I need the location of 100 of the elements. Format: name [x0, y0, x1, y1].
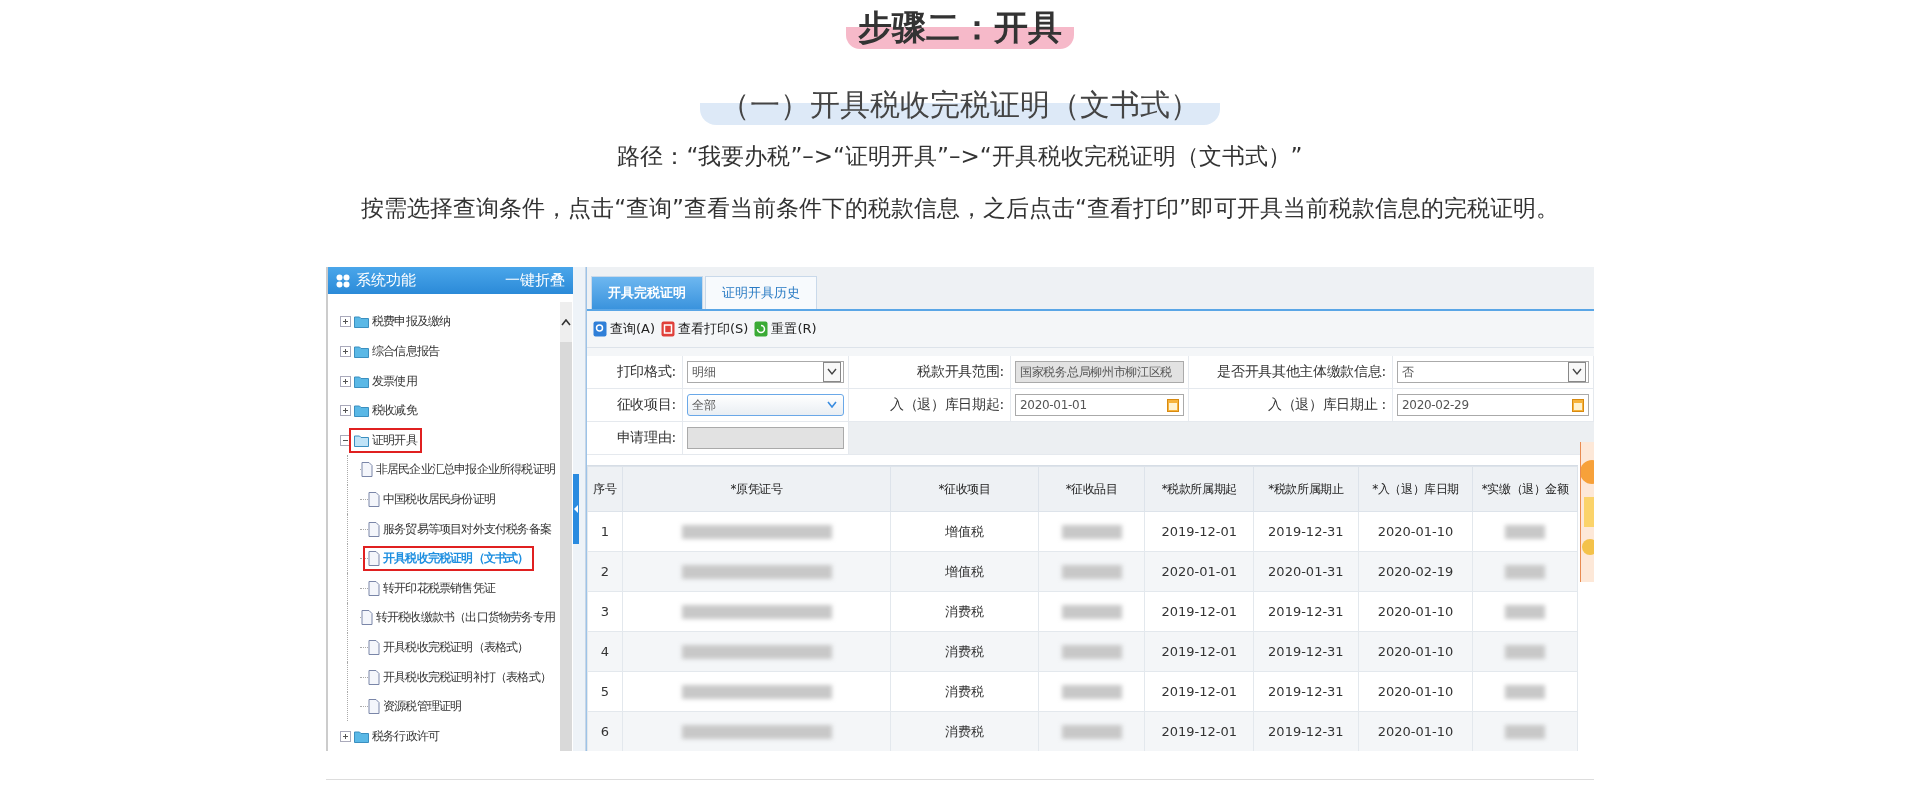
table-cell: 增值税 [945, 523, 985, 539]
table-cell: 2019-12-01 [1161, 684, 1238, 699]
blurred-text [1505, 565, 1546, 580]
tree-item[interactable]: 发票使用 [372, 372, 417, 390]
tab[interactable]: 证明开具历史 [705, 276, 817, 309]
table-cell: 3 [600, 604, 610, 619]
table-cell: 2019-12-01 [1161, 644, 1238, 659]
sidebar-title: 系统功能 [356, 271, 417, 291]
toolbar-button[interactable]: 查看打印(S) [661, 320, 749, 338]
table-cell: 2020-01-10 [1377, 604, 1454, 619]
grid-icon [336, 273, 350, 288]
date-field[interactable]: 2020-02-29 [1397, 394, 1589, 416]
tree-item[interactable]: 服务贸易等项目对外支付税务备案 [383, 520, 551, 538]
blurred-text [1505, 725, 1546, 740]
scroll-up-icon[interactable] [561, 318, 571, 326]
tree-item[interactable]: 开具税收完税证明（表格式） [383, 638, 529, 656]
date-field[interactable]: 2020-01-01 [1015, 394, 1184, 416]
blurred-text [1061, 725, 1122, 740]
collapse-icon[interactable] [340, 434, 351, 446]
blurred-text [1505, 525, 1546, 540]
document-icon [360, 610, 373, 626]
column-header: *入（退）库日期 [1358, 466, 1473, 512]
table-cell: 2020-01-10 [1377, 644, 1454, 659]
text-field[interactable]: 国家税务总局柳州市柳江区税 [1015, 361, 1184, 383]
table-cell: 2019-12-31 [1268, 524, 1344, 539]
blurred-text [1061, 685, 1122, 700]
document-icon [368, 699, 380, 715]
column-header: 序号 [587, 466, 623, 512]
document-icon [368, 580, 380, 596]
table-cell: 2020-01-10 [1377, 524, 1454, 539]
document-icon [368, 491, 380, 507]
dropdown-icon[interactable] [823, 362, 841, 382]
text-field[interactable] [687, 427, 844, 449]
tree-item[interactable]: 非居民企业汇总申报企业所得税证明 [375, 461, 555, 479]
blurred-text [1061, 565, 1122, 580]
folder-icon [354, 315, 369, 329]
document-icon [368, 521, 380, 537]
select-field[interactable]: 否 [1397, 361, 1589, 383]
expand-icon[interactable] [340, 730, 351, 742]
splitter-handle[interactable] [573, 474, 579, 544]
table-cell: 消费税 [945, 603, 985, 619]
table-cell: 2019-12-31 [1268, 604, 1344, 619]
tree-item[interactable]: 综合信息报告 [372, 343, 440, 360]
column-header: *原凭证号 [622, 466, 891, 512]
blurred-text [1505, 685, 1546, 700]
field-label: 申请理由: [587, 422, 683, 455]
table-cell: 2019-12-01 [1161, 524, 1238, 539]
table-cell: 2020-01-31 [1268, 564, 1344, 579]
blurred-text [1505, 645, 1546, 660]
table-cell: 消费税 [945, 643, 985, 659]
document-icon [368, 639, 380, 655]
blurred-text [1505, 605, 1546, 620]
tree-item[interactable]: 开具税收完税证明补打（表格式） [383, 668, 551, 686]
column-header: *税款所属期起 [1145, 466, 1254, 512]
expand-icon[interactable] [340, 316, 351, 328]
column-header: *征收项目 [890, 466, 1039, 512]
tree-item[interactable]: 税费申报及缴纳 [372, 313, 451, 331]
column-header: *税款所属期止 [1253, 466, 1359, 512]
select-field[interactable]: 明细 [687, 361, 844, 383]
expand-icon[interactable] [340, 375, 351, 387]
field-label: 是否开具其他主体缴款信息: [1189, 356, 1393, 389]
dropdown-icon[interactable] [1568, 362, 1586, 382]
column-header: *实缴（退）金额 [1472, 466, 1578, 512]
expand-icon[interactable] [340, 405, 351, 417]
table-cell: 5 [600, 684, 610, 699]
tree-item[interactable]: 税收减免 [372, 402, 417, 420]
tree-item[interactable]: 转开税收缴款书（出口货物劳务专用 [375, 609, 555, 627]
table-cell: 2019-12-01 [1161, 724, 1238, 739]
scrollbar[interactable] [560, 302, 572, 751]
document-icon [360, 462, 373, 478]
calendar-icon[interactable] [1167, 398, 1179, 412]
blurred-text [1061, 525, 1122, 540]
calendar-icon[interactable] [1572, 398, 1584, 412]
table-cell: 2020-01-10 [1377, 684, 1454, 699]
table-cell: 1 [600, 524, 610, 539]
column-header: *征收品目 [1038, 466, 1145, 512]
printer-icon [661, 321, 676, 337]
folder-icon [354, 374, 369, 388]
expand-icon[interactable] [340, 346, 351, 357]
tree-item[interactable]: 转开印花税票销售凭证 [383, 579, 495, 597]
table-cell: 增值税 [945, 563, 985, 579]
tree-item[interactable]: 税务行政许可 [372, 727, 440, 745]
toolbar-button[interactable]: 重置(R) [754, 320, 817, 338]
tree-item[interactable]: 证明开具 [372, 431, 417, 449]
open-folder-icon [354, 433, 369, 447]
tree-item[interactable]: 资源税管理证明 [383, 698, 462, 716]
field-label: 打印格式: [587, 356, 683, 389]
tree-item[interactable]: 中国税收居民身份证明 [383, 490, 495, 508]
table-cell: 消费税 [945, 723, 985, 739]
select-field[interactable]: 全部 [687, 394, 844, 416]
blurred-text [1061, 645, 1122, 660]
table-cell: 2019-12-31 [1268, 644, 1344, 659]
toolbar-button[interactable]: 查询(A) [593, 320, 656, 338]
magnifier-icon [593, 321, 607, 337]
table-cell: 2019-12-01 [1161, 604, 1238, 619]
document-icon [368, 551, 380, 567]
path-text: 路径：“我要办税”–>“证明开具”–>“开具税收完税证明（文书式）” [617, 142, 1303, 171]
chevron-icon[interactable] [827, 401, 837, 409]
table-cell: 2020-01-01 [1161, 564, 1238, 579]
table-cell: 6 [600, 724, 610, 739]
